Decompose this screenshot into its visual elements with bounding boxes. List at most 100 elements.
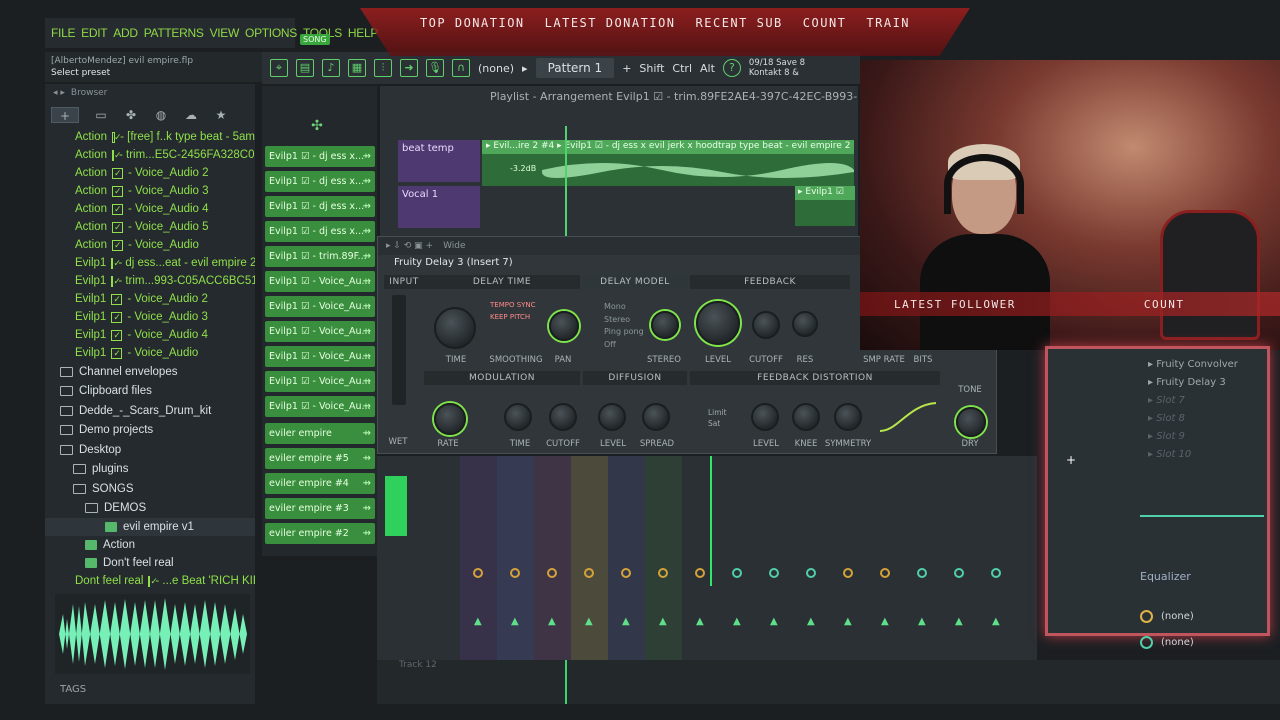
diffusion-level-knob[interactable] bbox=[598, 403, 626, 431]
audio-clip-beat[interactable]: ▸ Evil...ire 2 #4 ▸ Evilp1 ☑ - dj ess x … bbox=[482, 140, 854, 186]
browser-item[interactable]: Action- trim...E5C-2456FA328C06 bbox=[45, 146, 255, 165]
sidechain-slot-b[interactable]: (none) bbox=[1140, 636, 1194, 649]
mic-icon[interactable]: 🎙 bbox=[426, 59, 444, 77]
globe-icon[interactable]: ◍ bbox=[153, 107, 169, 123]
mixer-strip[interactable]: ▲ bbox=[645, 456, 682, 660]
hint-icon[interactable]: ? bbox=[722, 59, 741, 77]
pan-knob-icon[interactable] bbox=[991, 568, 1001, 578]
mixer-strip[interactable]: ▲ bbox=[608, 456, 645, 660]
channel-button[interactable]: Evilp1 ☑ - dj ess x... ⇸ bbox=[265, 146, 375, 167]
mixer-strip[interactable]: ▲ bbox=[460, 456, 497, 660]
mixer-strip[interactable]: ▲ bbox=[497, 456, 534, 660]
channel-button[interactable]: Evilp1 ☑ - Voice_Au... ⇸ bbox=[265, 346, 375, 367]
folder-clipboard-files[interactable]: Clipboard files bbox=[45, 382, 255, 402]
channel-button[interactable]: eviler empire ⇸ bbox=[265, 423, 375, 444]
browser-item[interactable]: Action- [free] f..k type beat - 5am bbox=[45, 128, 255, 147]
snap-icon[interactable]: ⌖ bbox=[270, 59, 288, 77]
route-arrow-icon[interactable]: ▲ bbox=[992, 616, 1000, 627]
folder-plugins[interactable]: plugins bbox=[45, 460, 255, 480]
channel-button[interactable]: Evilp1 ☑ - dj ess x... ⇸ bbox=[265, 171, 375, 192]
mixer-icon[interactable]: ⫶ bbox=[374, 59, 392, 77]
channel-button[interactable]: Evilp1 ☑ - Voice_Au... ⇸ bbox=[265, 371, 375, 392]
menu-view[interactable]: VIEW bbox=[210, 26, 240, 40]
pan-knob-icon[interactable] bbox=[732, 568, 742, 578]
fx-slot-convolver[interactable]: ▸ Fruity Convolver bbox=[1148, 359, 1238, 370]
route-arrow-icon[interactable]: ▲ bbox=[659, 616, 667, 627]
route-arrow-icon[interactable]: ▲ bbox=[474, 616, 482, 627]
folder-songs[interactable]: SONGS bbox=[45, 479, 255, 499]
pan-knob-icon[interactable] bbox=[769, 568, 779, 578]
channel-button[interactable]: Evilp1 ☑ - Voice_Au... ⇸ bbox=[265, 396, 375, 417]
pan-knob-icon[interactable] bbox=[806, 568, 816, 578]
pan-knob-icon[interactable] bbox=[584, 568, 594, 578]
pan-knob-icon[interactable] bbox=[695, 568, 705, 578]
browser-item[interactable]: Evilp1- trim...993-C05ACC6BC51F bbox=[45, 272, 255, 291]
time-knob[interactable] bbox=[434, 307, 476, 349]
mixer-strip[interactable]: ▲ bbox=[682, 456, 719, 660]
browser-item[interactable]: Dont feel real- ...e Beat 'RICH KID' bbox=[45, 572, 255, 591]
fx-slot-8[interactable]: ▸ Slot 8 bbox=[1148, 413, 1185, 424]
route-arrow-icon[interactable]: ▲ bbox=[696, 616, 704, 627]
pan-knob-icon[interactable] bbox=[658, 568, 668, 578]
fx-slot-7[interactable]: ▸ Slot 7 bbox=[1148, 395, 1185, 406]
route-arrow-icon[interactable]: ▲ bbox=[622, 616, 630, 627]
arrow-icon[interactable]: ➜ bbox=[400, 59, 418, 77]
playhead[interactable] bbox=[565, 126, 567, 236]
folder-channel-envelopes[interactable]: Channel envelopes bbox=[45, 362, 255, 382]
route-arrow-icon[interactable]: ▲ bbox=[918, 616, 926, 627]
browser-item[interactable]: Action- Voice_Audio 5 bbox=[45, 218, 255, 237]
mixer-strip[interactable]: ▲ bbox=[904, 456, 941, 660]
snap-select[interactable]: (none) bbox=[478, 62, 514, 75]
mixer-strip[interactable]: ▲ bbox=[719, 456, 756, 660]
channel-button[interactable]: Evilp1 ☑ - Voice_Au... ⇸ bbox=[265, 321, 375, 342]
spread-knob[interactable] bbox=[642, 403, 670, 431]
plugin-arrow-icon[interactable]: ▸ ⇩ ⟲ ▣ + bbox=[386, 241, 433, 251]
menu-options[interactable]: OPTIONS bbox=[245, 26, 297, 40]
pattern-selector[interactable]: Pattern 1 bbox=[535, 58, 615, 78]
channel-button[interactable]: Evilp1 ☑ - Voice_Au... ⇸ bbox=[265, 296, 375, 317]
route-arrow-icon[interactable]: ▲ bbox=[881, 616, 889, 627]
knee-knob[interactable] bbox=[792, 403, 820, 431]
sample-waveform-preview[interactable] bbox=[55, 594, 250, 674]
pan-knob-icon[interactable] bbox=[917, 568, 927, 578]
add-pattern-button[interactable]: + bbox=[622, 62, 631, 75]
pan-knob-icon[interactable] bbox=[843, 568, 853, 578]
menu-patterns[interactable]: PATTERNS bbox=[144, 26, 204, 40]
delay-model-options[interactable]: Mono Stereo Ping pong Off bbox=[604, 301, 644, 351]
mixer-strip[interactable]: ▲ bbox=[571, 456, 608, 660]
channel-button[interactable]: eviler empire #4 ⇸ bbox=[265, 473, 375, 494]
distortion-mode-options[interactable]: Limit Sat bbox=[708, 407, 727, 429]
route-arrow-icon[interactable]: ▲ bbox=[548, 616, 556, 627]
pan-knob-icon[interactable] bbox=[621, 568, 631, 578]
route-arrow-icon[interactable]: ▲ bbox=[807, 616, 815, 627]
fx-slot-delay[interactable]: ▸ Fruity Delay 3 bbox=[1148, 377, 1226, 388]
pan-knob-icon[interactable] bbox=[510, 568, 520, 578]
file-dont-feel-real[interactable]: Don't feel real bbox=[45, 554, 255, 572]
browser-item[interactable]: Action- Voice_Audio 3 bbox=[45, 182, 255, 201]
dry-knob[interactable] bbox=[956, 407, 986, 437]
mod-cutoff-knob[interactable] bbox=[549, 403, 577, 431]
route-arrow-icon[interactable]: ▲ bbox=[511, 616, 519, 627]
menu-edit[interactable]: EDIT bbox=[81, 26, 107, 40]
route-arrow-icon[interactable]: ▲ bbox=[733, 616, 741, 627]
file-icon[interactable]: ▭ bbox=[93, 107, 109, 123]
piano-roll-icon[interactable]: ♪ bbox=[322, 59, 340, 77]
collapse-icon[interactable]: ◂ ▸ bbox=[53, 88, 65, 98]
magnet-icon[interactable]: ∩ bbox=[452, 59, 470, 77]
fx-slot-9[interactable]: ▸ Slot 9 bbox=[1148, 431, 1185, 442]
song-mode-badge[interactable]: SONG bbox=[300, 34, 330, 45]
route-arrow-icon[interactable]: ▲ bbox=[585, 616, 593, 627]
playlist-icon[interactable]: ▤ bbox=[296, 59, 314, 77]
alt-key[interactable]: Alt bbox=[700, 62, 715, 75]
mixer-strip[interactable]: ▲ bbox=[830, 456, 867, 660]
cutoff-knob[interactable] bbox=[752, 311, 780, 339]
browser-item[interactable]: Evilp1- Voice_Audio bbox=[45, 344, 255, 363]
tempo-sync-toggle[interactable]: TEMPO SYNC bbox=[490, 301, 536, 309]
fx-slot-10[interactable]: ▸ Slot 10 bbox=[1148, 449, 1191, 460]
route-arrow-icon[interactable]: ▲ bbox=[770, 616, 778, 627]
folder-desktop[interactable]: Desktop bbox=[45, 440, 255, 460]
audio-clip-vocal[interactable]: ▸ Evilp1 ☑ bbox=[795, 186, 855, 226]
track-header-vocal-1[interactable]: Vocal 1 bbox=[398, 186, 480, 228]
menu-add[interactable]: ADD bbox=[113, 26, 138, 40]
plugin-icon[interactable]: ✤ bbox=[123, 107, 139, 123]
